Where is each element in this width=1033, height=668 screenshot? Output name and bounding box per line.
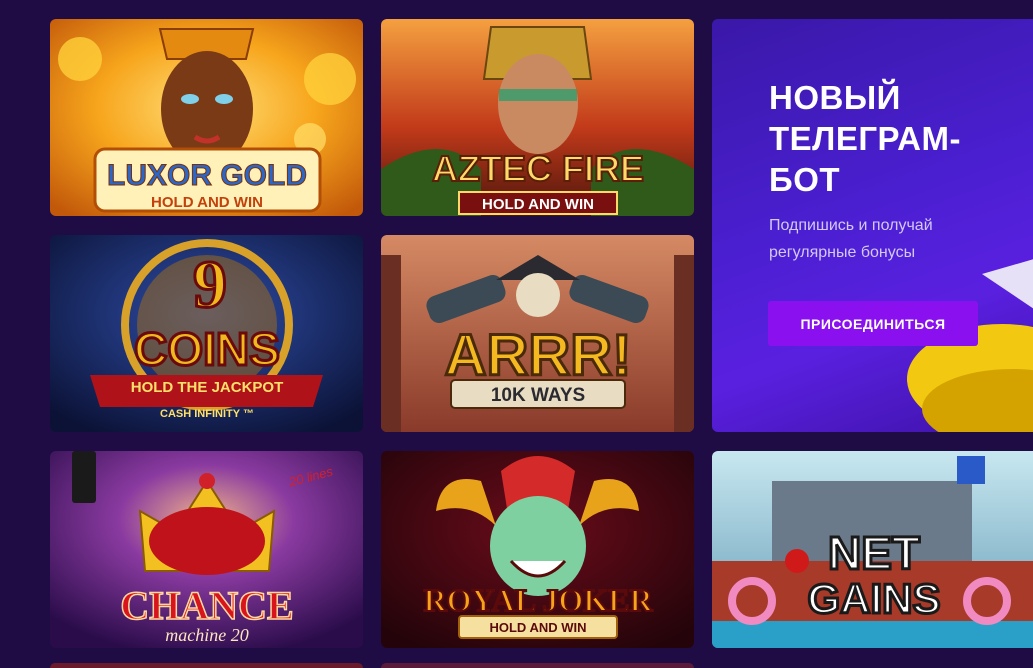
net-gains-artwork: NET GAINS — [712, 451, 1033, 648]
chance-machine-20-artwork: 20 lines CHANCE machine 20 — [50, 451, 363, 648]
aztec-fire-artwork: AZTEC FIRE HOLD AND WIN — [381, 19, 694, 216]
net-gains-title: GAINS — [807, 575, 940, 622]
game-tile-arrr[interactable]: ARRR! 10K WAYS — [381, 235, 694, 432]
arrr-title: ARRR! — [445, 323, 632, 388]
game-tile-9-coins[interactable]: 9 COINS HOLD THE JACKPOT CASH INFINITY ™ — [50, 235, 363, 432]
chance-machine-title: CHANCE — [120, 583, 293, 628]
9-coins-title: COINS — [134, 323, 280, 375]
royal-joker-artwork: ROYAL JOKER HOLD AND WIN — [381, 451, 694, 648]
buoy-icon — [785, 549, 809, 573]
mystery-box-icon — [957, 456, 985, 484]
9-coins-artwork: 9 COINS HOLD THE JACKPOT CASH INFINITY ™ — [50, 235, 363, 432]
provider-logo-icon — [72, 451, 96, 503]
9-coins-extra: CASH INFINITY ™ — [160, 408, 254, 420]
arrr-subtitle: 10K WAYS — [491, 385, 585, 406]
game-tile-luxor-gold[interactable]: LUXOR GOLD HOLD AND WIN — [50, 19, 363, 216]
9-coins-subtitle: HOLD THE JACKPOT — [131, 379, 284, 396]
promo-title: НОВЫЙ ТЕЛЕГРАМ- БОТ — [769, 79, 961, 198]
next-row-tile-hint — [50, 663, 363, 668]
game-tile-chance-machine-20[interactable]: 20 lines CHANCE machine 20 — [50, 451, 363, 648]
promo-subtitle: Подпишись и получай регулярные бонусы — [769, 217, 933, 261]
join-button[interactable]: ПРИСОЕДИНИТЬСЯ — [768, 301, 978, 346]
chance-machine-subtitle: machine 20 — [165, 625, 248, 645]
luxor-gold-title: LUXOR GOLD — [107, 159, 307, 192]
aztec-fire-subtitle: HOLD AND WIN — [482, 196, 594, 213]
luxor-gold-artwork: LUXOR GOLD HOLD AND WIN — [50, 19, 363, 216]
arrr-artwork: ARRR! 10K WAYS — [381, 235, 694, 432]
next-row-tile-hint — [381, 663, 694, 668]
game-tile-aztec-fire[interactable]: AZTEC FIRE HOLD AND WIN — [381, 19, 694, 216]
aztec-fire-title: AZTEC FIRE — [432, 148, 644, 189]
royal-joker-subtitle: HOLD AND WIN — [489, 620, 586, 635]
game-tile-net-gains[interactable]: NET GAINS — [712, 451, 1033, 648]
royal-joker-title: ROYAL JOKER — [423, 582, 653, 618]
game-tile-royal-joker[interactable]: ROYAL JOKER HOLD AND WIN — [381, 451, 694, 648]
net-gains-title-top: NET — [828, 527, 920, 579]
luxor-gold-subtitle: HOLD AND WIN — [151, 194, 263, 211]
telegram-bot-promo: НОВЫЙ ТЕЛЕГРАМ- БОТ Подпишись и получай … — [712, 19, 1033, 432]
9-coins-number: 9 — [193, 246, 227, 322]
